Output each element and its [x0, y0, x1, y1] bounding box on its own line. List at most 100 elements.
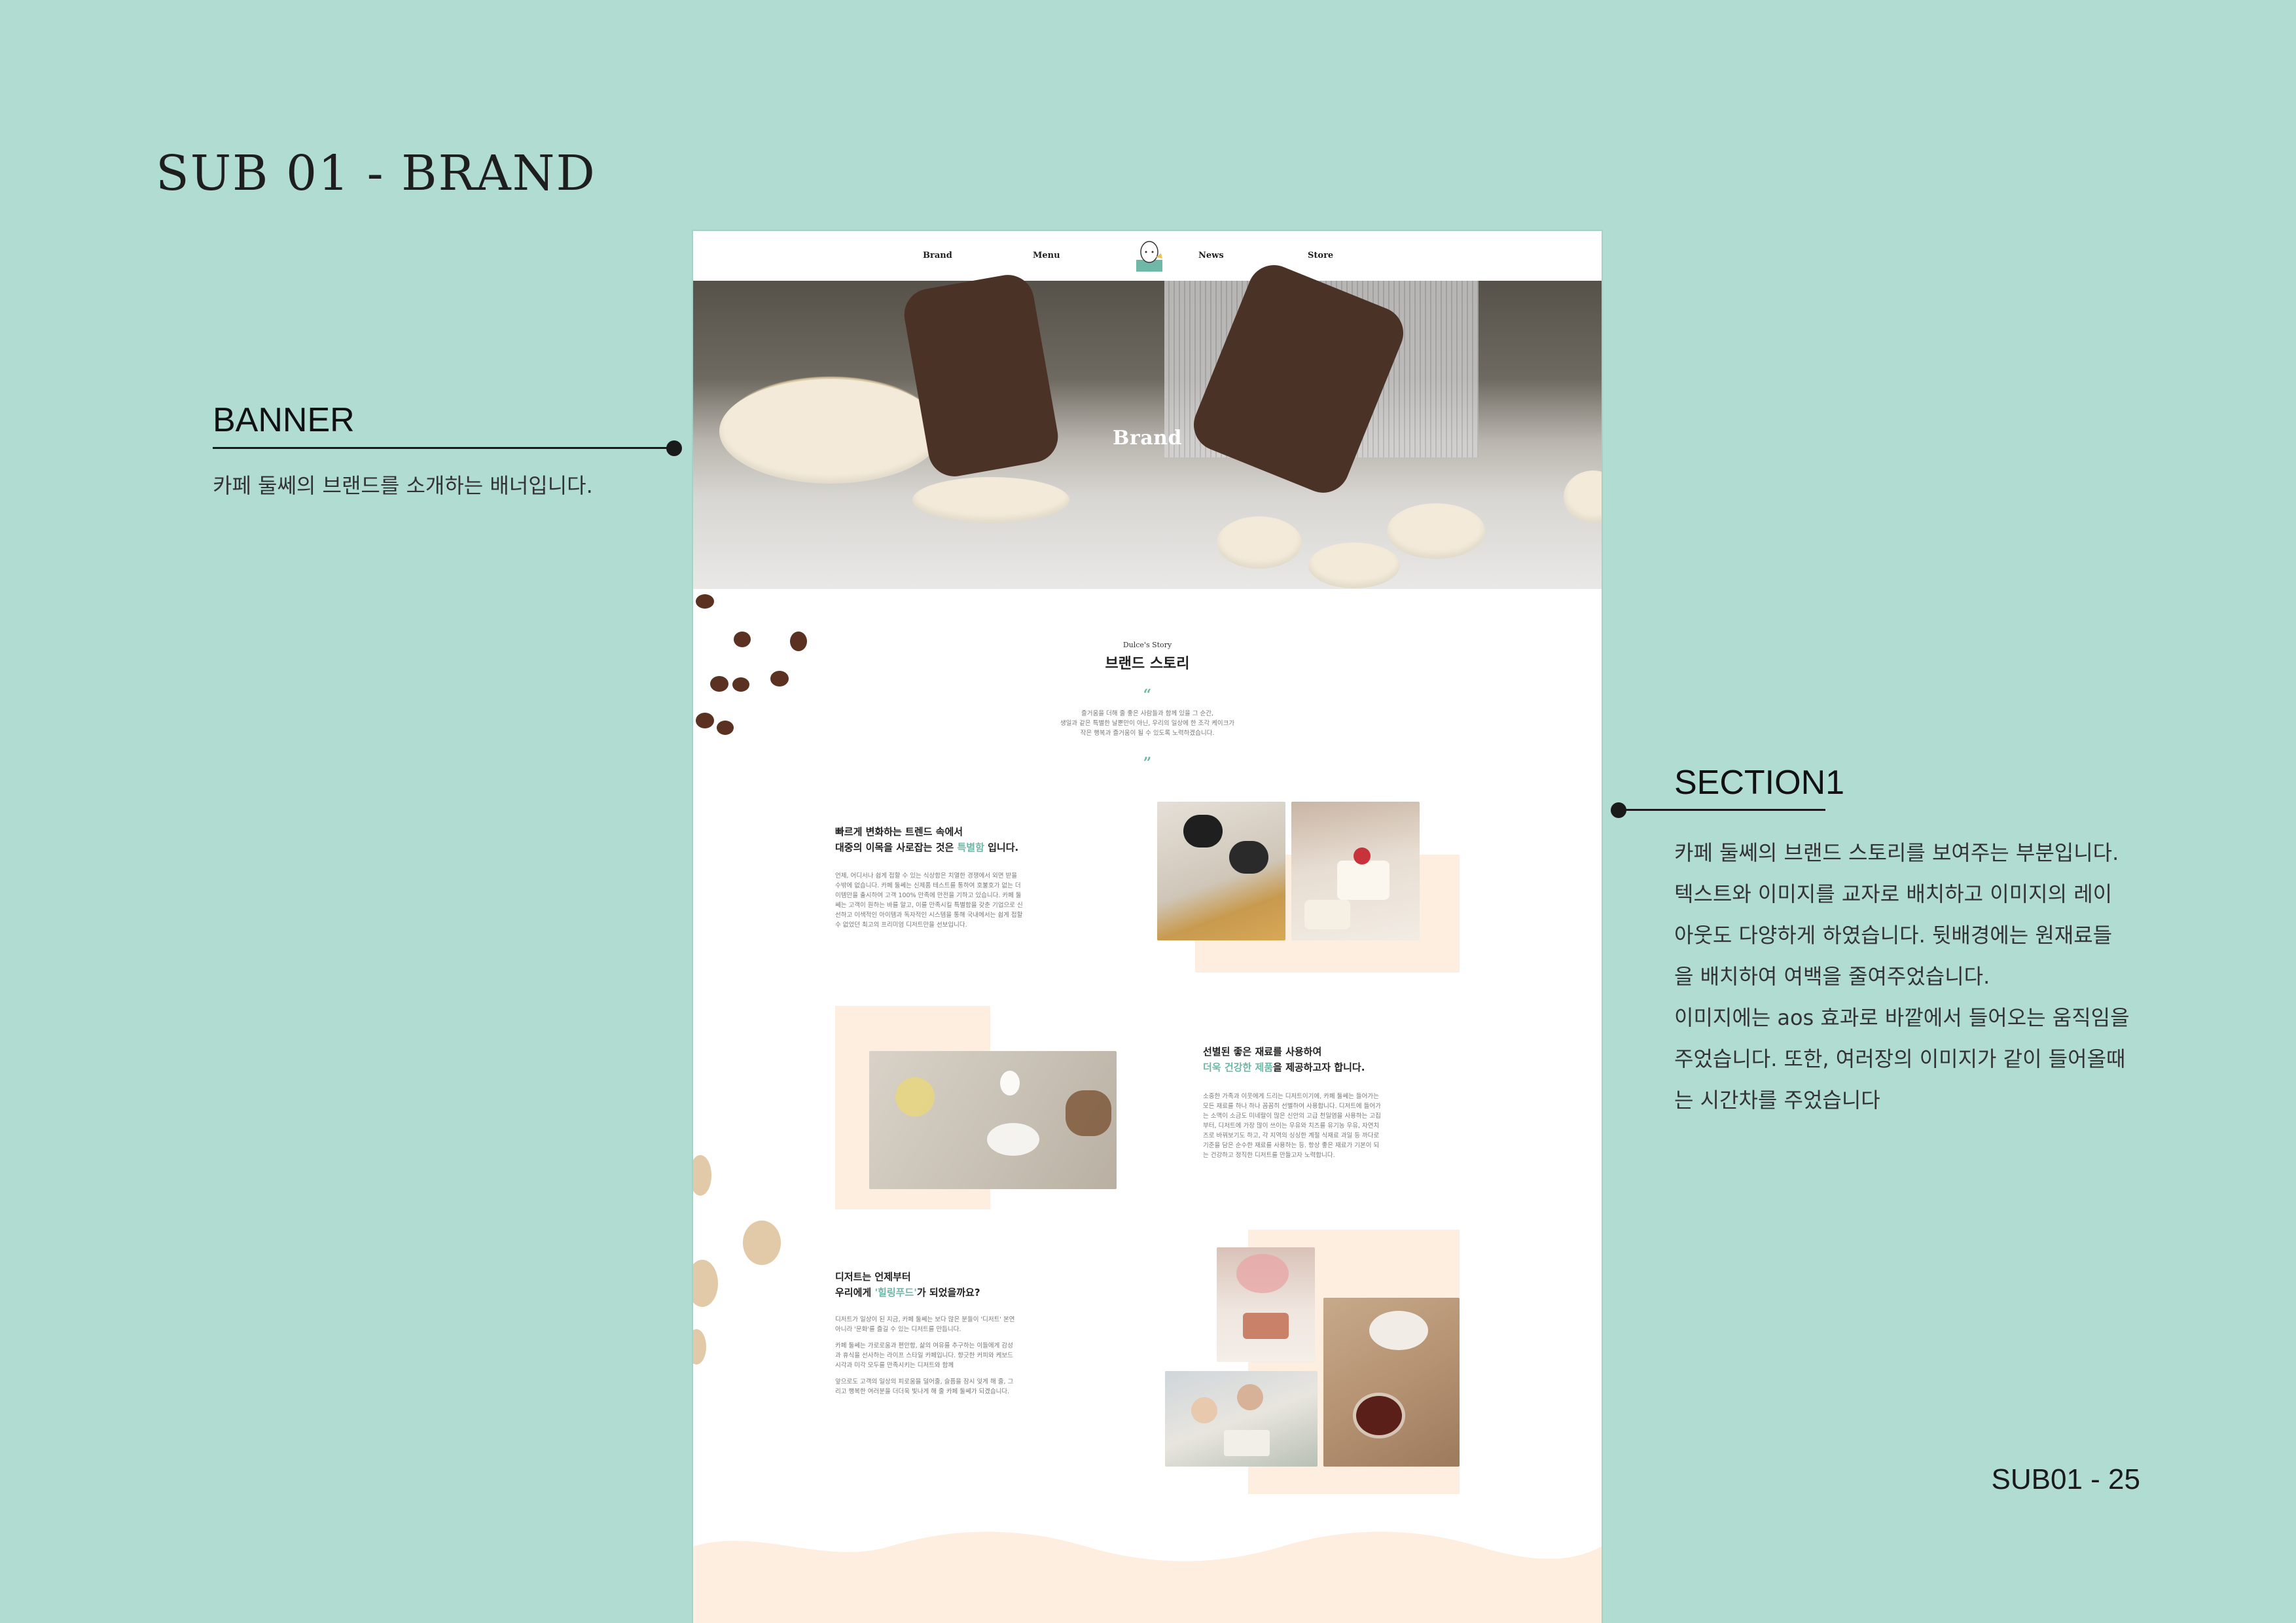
- block3-title-line1: 디저트는 언제부터: [835, 1271, 911, 1283]
- banner-title: Brand: [1113, 427, 1182, 450]
- block3-title-line2: 우리에게 '힐링푸드'가 되었을까요?: [835, 1285, 980, 1300]
- dough-ball: [1564, 471, 1602, 523]
- website-mockup: Brand Menu News Store Brand Dulce's Stor…: [693, 231, 1602, 1623]
- block1-body-line: 선하고 이색적인 아이템과 독자적인 시스템을 통해 국내에서는 쉽게 접할: [835, 912, 1023, 919]
- close-quote-mark: ”: [1143, 755, 1152, 772]
- nav-link-news[interactable]: News: [1198, 251, 1224, 260]
- banner-annotation-line: [213, 447, 672, 449]
- coffee-bean-decoration: [770, 671, 789, 687]
- cake-slice: [1243, 1313, 1289, 1339]
- egg-decoration: [693, 1155, 711, 1196]
- section1-description-line: 카페 둘쎄의 브랜드 스토리를 보여주는 부분입니다.: [1674, 840, 2119, 865]
- small-cake: [1337, 861, 1390, 900]
- section1-description-line: 아웃도 다양하게 하였습니다. 뒷배경에는 원재료들: [1674, 923, 2113, 948]
- block3-body-line: 과 휴식을 선사하는 라이프 스타일 카페입니다. 향긋한 커피와 케보드: [835, 1352, 1013, 1359]
- nav-link-menu[interactable]: Menu: [1033, 251, 1060, 260]
- person: [1191, 1397, 1217, 1423]
- block3-body-line: 카페 둘쎄는 가로로움과 편안함, 삶의 여유를 추구하는 이들에게 감성: [835, 1342, 1013, 1349]
- block1-body-line: 수밖에 없습니다. 카페 둘쎄는 신제품 테스트를 통하여 호불호가 없는 더: [835, 882, 1021, 889]
- block2-body-line: 는 소맥이 소금도 미네랄이 많은 신안의 고급 천일염을 사용하는 고집: [1203, 1113, 1381, 1120]
- block3-body-line: 앞으로도 고객의 일상의 피로움을 덜어줄, 슬픔을 잠시 잊게 해 줄, 그: [835, 1378, 1014, 1385]
- cafe-logo[interactable]: [1132, 238, 1166, 274]
- block2-body-line: 기준을 담은 순수한 재료를 사용하는 등. 항상 좋은 재료가 기본이 되: [1203, 1142, 1380, 1149]
- block3-body-spacer: [835, 1334, 1084, 1341]
- coffee-bean-decoration: [696, 713, 714, 728]
- open-quote-mark: “: [1143, 687, 1152, 704]
- brand-banner-image: Brand: [693, 257, 1602, 589]
- block2-title: 선별된 좋은 재료를 사용하여 더욱 건강한 제품을 제공하고자 합니다.: [1203, 1044, 1365, 1075]
- dough-ball: [1217, 516, 1302, 569]
- block1-body-line: 이템만을 출시하여 고객 100% 만족에 만전을 기하고 있습니다. 카페 둘: [835, 892, 1022, 899]
- block3-title: 디저트는 언제부터 우리에게 '힐링푸드'가 되었을까요?: [835, 1269, 980, 1300]
- block3-body-spacer: [835, 1370, 1084, 1377]
- nav-link-store[interactable]: Store: [1308, 251, 1333, 260]
- block3-title-accent: '힐링푸드': [874, 1287, 917, 1298]
- footer-wave: [693, 1531, 1602, 1623]
- strawberry: [1354, 847, 1371, 865]
- block2-body-line: 는 건강하고 정직한 디저트를 만들고자 노력합니다.: [1203, 1152, 1335, 1159]
- block1-title-line1: 빠르게 변화하는 트렌드 속에서: [835, 826, 963, 838]
- block1-body: 언제, 어디서나 쉽게 접할 수 있는 식상함은 치열한 경쟁에서 외면 받을 …: [835, 871, 1084, 930]
- block2-body-line: 소중한 가족과 이웃에게 드리는 디저트이기에, 카페 둘쎄는 들어가는: [1203, 1093, 1379, 1100]
- coffee-bean-decoration: [696, 594, 714, 609]
- banner-annotation-description: 카페 둘쎄의 브랜드를 소개하는 배너입니다.: [213, 473, 593, 498]
- block1-title-text: 대중의 이목을 사로잡는 것은: [835, 842, 958, 853]
- block3-body: 디저트가 일상이 된 지금, 카페 둘쎄는 보다 많은 분들이 '디저트' 본연…: [835, 1315, 1084, 1397]
- block2-body-line: 즈로 바꿔보기도 하고, 각 지역의 싱싱한 계절 식재료 과일 등 까다로: [1203, 1132, 1380, 1139]
- dough-ball: [1387, 503, 1485, 559]
- block1-title-line2: 대중의 이목을 사로잡는 것은 특별함 입니다.: [835, 840, 1018, 855]
- story-line: 즐거움을 더해 줄 좋은 사람들과 함께 있을 그 순간,: [1081, 710, 1213, 717]
- tea-and-cake-photo: [1323, 1298, 1460, 1467]
- block1-title-accent: 특별함: [957, 842, 984, 853]
- section1-annotation-line: [1617, 809, 1825, 811]
- block2-title-accent: 더욱 건강한 제품: [1203, 1061, 1274, 1073]
- block1-body-line: 수 없었던 최고의 프리미엄 디저트만을 선보입니다.: [835, 921, 967, 929]
- block2-body: 소중한 가족과 이웃에게 드리는 디저트이기에, 카페 둘쎄는 들어가는 모든 …: [1203, 1092, 1452, 1160]
- block1-title-text: 입니다.: [984, 842, 1019, 853]
- tea-cup: [1356, 1396, 1402, 1435]
- dough-ball: [1308, 543, 1400, 588]
- coffee-bean-decoration: [717, 721, 734, 735]
- story-line: 작은 행복과 즐거움이 될 수 있도록 노력하겠습니다.: [1080, 730, 1215, 737]
- block2-title-text: 을 제공하고자 합니다.: [1273, 1061, 1365, 1073]
- egg-in-photo: [1000, 1071, 1020, 1096]
- gloved-hand: [1183, 815, 1223, 847]
- flower-cake-photo: [1217, 1247, 1315, 1362]
- friends-party-photo: [1165, 1371, 1318, 1467]
- block1-title: 빠르게 변화하는 트렌드 속에서 대중의 이목을 사로잡는 것은 특별함 입니다…: [835, 824, 1018, 855]
- block2-title-line1: 선별된 좋은 재료를 사용하여: [1203, 1046, 1322, 1058]
- block1-body-line: 언제, 어디서나 쉽게 접할 수 있는 식상함은 치열한 경쟁에서 외면 받을: [835, 872, 1017, 880]
- block3-title-text: 가 되었을까요?: [916, 1287, 980, 1298]
- person: [1237, 1384, 1263, 1410]
- cake-decorating-photo: [1291, 802, 1420, 940]
- site-navigation: Brand Menu News Store: [693, 231, 1602, 281]
- block1-body-line: 쎄는 고객이 원하는 바를 알고, 이를 만족시킬 특별함을 갖춘 기업으로 신: [835, 902, 1023, 909]
- board-title: SUB 01 - BRAND: [156, 145, 596, 202]
- section1-annotation-description: 카페 둘쎄의 브랜드 스토리를 보여주는 부분입니다. 텍스트와 이미지를 교자…: [1674, 832, 2172, 1121]
- section1-description-line: 텍스트와 이미지를 교자로 배치하고 이미지의 레이: [1674, 882, 2113, 906]
- block2-title-line2: 더욱 건강한 제품을 제공하고자 합니다.: [1203, 1060, 1365, 1075]
- banner-annotation-dot: [666, 440, 682, 456]
- cake-box: [1224, 1430, 1270, 1456]
- flour-pile: [987, 1123, 1039, 1156]
- block3-body-line: 시각과 미각 모두를 만족시키는 디저트와 함께: [835, 1362, 954, 1369]
- egg-decoration: [743, 1221, 781, 1265]
- oil-jar: [895, 1077, 935, 1116]
- story-title: 브랜드 스토리: [1105, 656, 1190, 672]
- section1-description-line: 주었습니다. 또한, 여러장의 이미지가 같이 들어올때: [1674, 1046, 2126, 1071]
- nav-link-brand[interactable]: Brand: [923, 251, 952, 260]
- banner-annotation-title: BANNER: [213, 401, 355, 439]
- section1-description-line: 이미지에는 aos 효과로 바깥에서 들어오는 움직임을: [1674, 1005, 2130, 1030]
- section1-annotation-title: SECTION1: [1674, 764, 1845, 802]
- block2-body-line: 부터, 디저트에 가장 많이 쓰이는 우유와 치즈를 유기농 우유, 자연치: [1203, 1122, 1380, 1130]
- section1-description-line: 을 배치하여 여백을 줄여주었습니다.: [1674, 964, 1990, 989]
- block3-body-line: 디저트가 일상이 된 지금, 카페 둘쎄는 보다 많은 분들이 '디저트' 본연: [835, 1316, 1015, 1323]
- pastry-gloves-photo: [1157, 802, 1285, 940]
- block3-body-line: 아니라 '문화'를 즐길 수 있는 디저트를 만듭니다.: [835, 1326, 961, 1333]
- page-number: SUB01 - 25: [1991, 1463, 2140, 1495]
- section1-description-line: 는 시간차를 주었습니다: [1674, 1088, 1880, 1113]
- baking-ingredients-photo: [869, 1051, 1117, 1189]
- section1-annotation-dot: [1611, 802, 1626, 818]
- story-subtitle: Dulce's Story: [1122, 641, 1172, 649]
- walnuts: [1066, 1090, 1111, 1136]
